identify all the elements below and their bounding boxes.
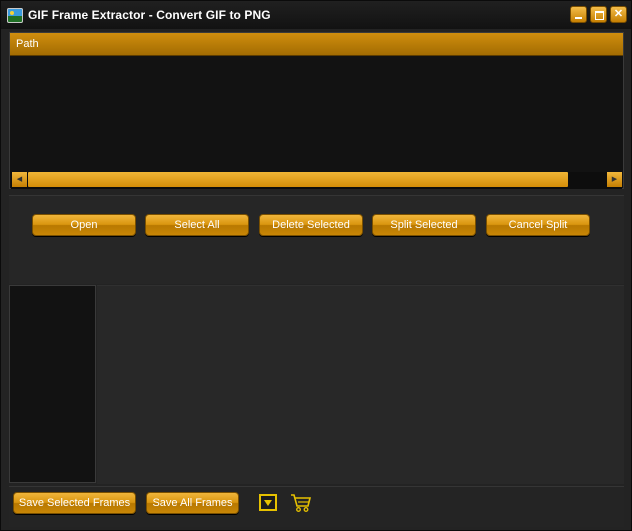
minimize-icon [575, 17, 582, 19]
select-all-button[interactable]: Select All [145, 214, 249, 236]
frame-preview-area [97, 285, 624, 484]
path-column-header[interactable]: Path [10, 33, 623, 56]
scroll-left-icon[interactable]: ◀ [12, 172, 27, 187]
close-button[interactable]: ✕ [610, 6, 627, 23]
horizontal-scrollbar[interactable]: ◀ ▶ [11, 172, 622, 189]
shopping-cart-icon[interactable] [290, 493, 312, 513]
scroll-right-icon[interactable]: ▶ [607, 172, 622, 187]
cancel-split-button[interactable]: Cancel Split [486, 214, 590, 236]
open-button[interactable]: Open [32, 214, 136, 236]
maximize-icon [595, 11, 604, 20]
scrollbar-thumb[interactable] [28, 172, 568, 187]
minimize-button[interactable] [570, 6, 587, 23]
close-icon: ✕ [613, 8, 624, 20]
split-selected-button[interactable]: Split Selected [372, 214, 476, 236]
save-selected-frames-button[interactable]: Save Selected Frames [13, 492, 136, 514]
path-list[interactable]: Path ◀ ▶ [9, 32, 624, 189]
toolbar-panel: Open Select All Delete Selected Split Se… [9, 195, 624, 284]
app-image-icon [7, 8, 23, 23]
window-title: GIF Frame Extractor - Convert GIF to PNG [28, 8, 271, 22]
app-window: GIF Frame Extractor - Convert GIF to PNG… [0, 0, 632, 531]
save-all-frames-button[interactable]: Save All Frames [146, 492, 239, 514]
maximize-button[interactable] [590, 6, 607, 23]
frame-thumbnail-list[interactable] [9, 285, 96, 483]
title-bar[interactable]: GIF Frame Extractor - Convert GIF to PNG… [1, 1, 631, 29]
delete-selected-button[interactable]: Delete Selected [259, 214, 363, 236]
dropdown-arrow-icon[interactable] [259, 494, 277, 511]
